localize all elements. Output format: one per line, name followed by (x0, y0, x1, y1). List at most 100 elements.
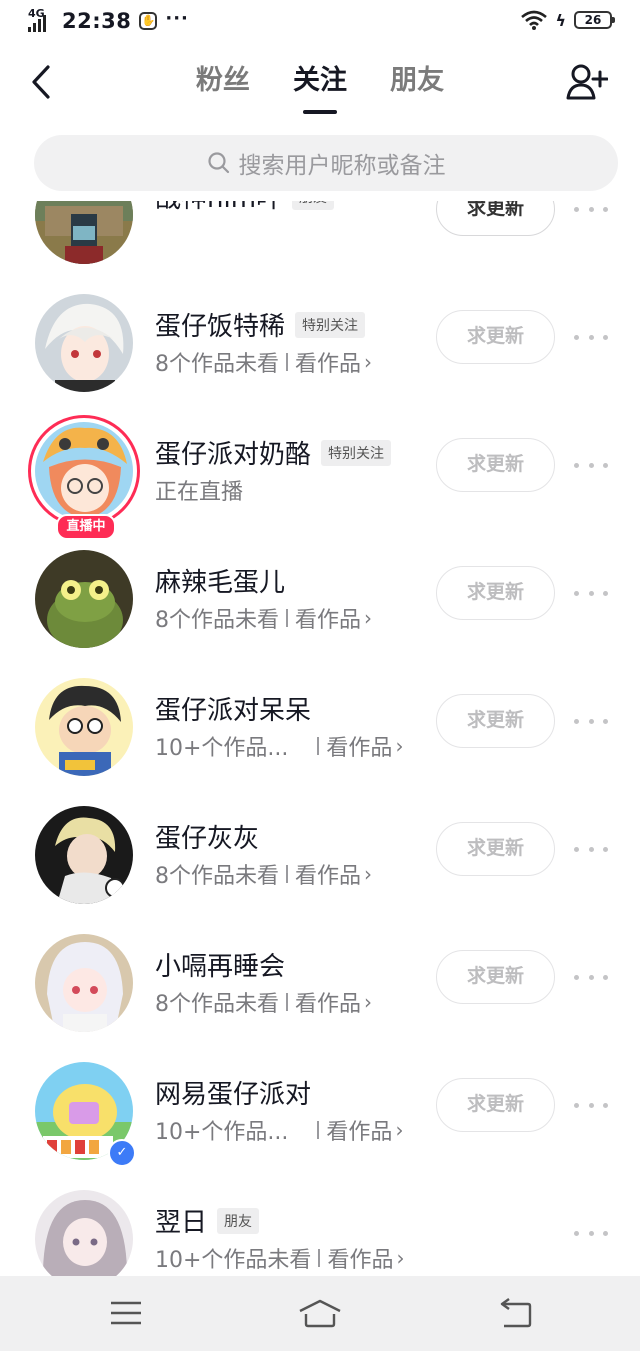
live-status-text: 正在直播 (155, 480, 244, 505)
request-update-button[interactable]: 求更新 (436, 822, 555, 876)
following-list[interactable]: 战神him吖 朋友 求更新 蛋仔饭特稀 特别关注 8个作品未看 看作品 (0, 201, 640, 1276)
more-dots-icon[interactable] (574, 324, 608, 350)
user-name: 麻辣毛蛋儿 (155, 568, 286, 598)
unwatched-count: 8个作品未看 (155, 864, 279, 889)
unwatched-info[interactable]: 8个作品未看 看作品 › (155, 986, 372, 1018)
more-dots-icon[interactable] (574, 1092, 608, 1118)
unwatched-info[interactable]: 10+个作品... 看作品 › (155, 1114, 403, 1146)
search-icon (207, 152, 229, 174)
avatar[interactable] (35, 934, 133, 1032)
menu-button[interactable] (106, 1298, 146, 1328)
unwatched-info[interactable]: 8个作品未看 看作品 › (155, 346, 372, 378)
avatar[interactable] (35, 806, 133, 904)
status-bar: 4G 22:38 ✋ ··· ϟ 26 (0, 0, 640, 44)
list-item[interactable]: 蛋仔饭特稀 特别关注 8个作品未看 看作品 › 求更新 (0, 280, 640, 408)
chevron-right-icon: › (396, 1246, 405, 1270)
tab-bar: 粉丝 关注 朋友 (0, 62, 640, 114)
request-update-button[interactable]: 求更新 (436, 310, 555, 364)
list-item[interactable]: 直播中 蛋仔派对奶酪 特别关注 正在直播 求更新 (0, 408, 640, 540)
watch-works-link[interactable]: 看作品 (326, 1114, 392, 1146)
watch-works-link[interactable]: 看作品 (295, 346, 361, 378)
user-name: 蛋仔派对奶酪 (155, 440, 312, 470)
chevron-right-icon: › (364, 990, 373, 1014)
watch-works-link[interactable]: 看作品 (295, 858, 361, 890)
app-notification-icon: ✋ (139, 12, 158, 30)
list-item[interactable]: 翌日 朋友 10+个作品未看 看作品 › (0, 1176, 640, 1276)
user-name: 蛋仔饭特稀 (155, 312, 286, 342)
home-button[interactable] (298, 1298, 341, 1328)
more-dots-icon[interactable] (574, 964, 608, 990)
chevron-right-icon: › (395, 1118, 404, 1142)
list-item[interactable]: 麻辣毛蛋儿 8个作品未看 看作品 › 求更新 (0, 536, 640, 664)
chevron-right-icon: › (364, 606, 373, 630)
chevron-right-icon: › (364, 862, 373, 886)
avatar[interactable] (35, 201, 133, 264)
home-icon (299, 1299, 341, 1328)
more-dots-icon[interactable] (574, 452, 608, 478)
user-name: 网易蛋仔派对 (155, 1080, 312, 1110)
more-dots-icon[interactable] (574, 1220, 608, 1246)
avatar[interactable] (35, 294, 133, 392)
watch-works-link[interactable]: 看作品 (326, 730, 392, 762)
wifi-icon (521, 10, 548, 30)
request-update-button[interactable]: 求更新 (436, 566, 555, 620)
friend-tag: 朋友 (292, 201, 335, 210)
special-follow-tag: 特别关注 (295, 311, 366, 338)
more-dots-icon[interactable] (574, 708, 608, 734)
request-update-button[interactable]: 求更新 (436, 950, 555, 1004)
watch-works-link[interactable]: 看作品 (327, 1242, 393, 1274)
menu-icon (111, 1301, 141, 1325)
avatar[interactable] (35, 1190, 133, 1276)
list-item[interactable]: 蛋仔灰灰 8个作品未看 看作品 › 求更新 (0, 792, 640, 920)
user-name: 小嗝再睡会 (155, 952, 286, 982)
unwatched-count: 8个作品未看 (155, 608, 279, 633)
watch-works-link[interactable]: 看作品 (295, 602, 361, 634)
request-update-button[interactable]: 求更新 (436, 1078, 555, 1132)
unwatched-count: 8个作品未看 (155, 352, 279, 377)
list-item[interactable]: 小嗝再睡会 8个作品未看 看作品 › 求更新 (0, 920, 640, 1048)
tab-friends[interactable]: 朋友 (390, 62, 444, 108)
return-icon (500, 1298, 532, 1328)
add-user-button[interactable] (566, 62, 609, 102)
search-input[interactable]: 搜索用户昵称或备注 (34, 135, 618, 191)
system-nav-bar (0, 1276, 640, 1351)
avatar[interactable] (35, 678, 133, 776)
avatar[interactable] (35, 422, 133, 520)
search-placeholder: 搜索用户昵称或备注 (238, 153, 446, 179)
more-dots-icon[interactable] (574, 201, 608, 222)
more-dots-icon[interactable] (574, 836, 608, 862)
request-update-button[interactable]: 求更新 (436, 694, 555, 748)
chevron-right-icon: › (364, 350, 373, 374)
unwatched-count: 10+个作品未看 (155, 1248, 312, 1273)
unwatched-count: 10+个作品... (155, 1120, 289, 1145)
status-time: 22:38 (62, 9, 132, 33)
list-item[interactable]: 战神him吖 朋友 求更新 (0, 201, 640, 280)
special-follow-tag: 特别关注 (321, 439, 392, 466)
watch-works-link[interactable]: 看作品 (295, 986, 361, 1018)
signal-icon: 4G (28, 8, 54, 34)
list-item[interactable]: ✓ 网易蛋仔派对 10+个作品... 看作品 › 求更新 (0, 1048, 640, 1176)
unwatched-info[interactable]: 10+个作品未看 看作品 › (155, 1242, 404, 1274)
verified-badge-icon: ✓ (108, 1139, 136, 1167)
unwatched-info[interactable]: 8个作品未看 看作品 › (155, 602, 372, 634)
unwatched-info[interactable]: 8个作品未看 看作品 › (155, 858, 372, 890)
return-button[interactable] (496, 1298, 536, 1328)
tab-following[interactable]: 关注 (293, 62, 347, 114)
charging-icon: ϟ (555, 10, 566, 30)
live-status[interactable]: 正在直播 (155, 474, 243, 506)
user-name: 战神him吖 (155, 201, 282, 215)
top-navigation: 粉丝 关注 朋友 (0, 50, 640, 114)
request-update-button[interactable]: 求更新 (436, 438, 555, 492)
more-dots-icon[interactable] (574, 580, 608, 606)
tab-fans[interactable]: 粉丝 (196, 62, 250, 108)
user-name: 蛋仔灰灰 (155, 824, 260, 854)
list-item[interactable]: 蛋仔派对呆呆 10+个作品... 看作品 › 求更新 (0, 664, 640, 792)
unwatched-info[interactable]: 10+个作品... 看作品 › (155, 730, 403, 762)
status-more: ··· (165, 7, 189, 29)
avatar[interactable] (35, 550, 133, 648)
user-name: 蛋仔派对呆呆 (155, 696, 312, 726)
battery-icon: 26 (574, 11, 615, 29)
unwatched-count: 8个作品未看 (155, 992, 279, 1017)
request-update-button[interactable]: 求更新 (436, 201, 555, 236)
user-name: 翌日 (155, 1208, 208, 1238)
